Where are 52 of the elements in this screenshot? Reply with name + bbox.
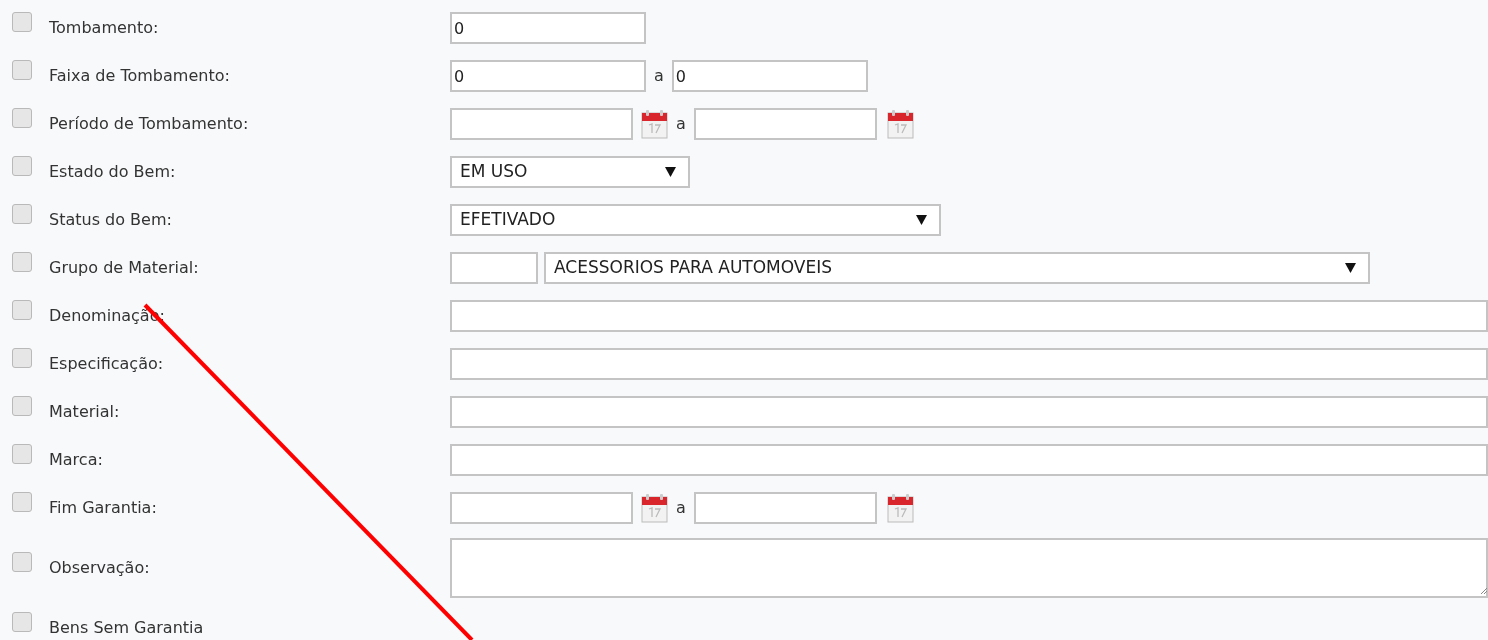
text-field[interactable] [450, 300, 1488, 332]
range-separator: a [654, 65, 664, 87]
range-separator: a [676, 113, 686, 135]
field-label: Fim Garantia: [49, 497, 157, 519]
field-label: Faixa de Tombamento: [49, 65, 230, 87]
text-field[interactable]: 0 [450, 12, 646, 44]
calendar-icon[interactable] [886, 493, 914, 523]
text-field[interactable]: 0 [671, 60, 868, 92]
checkbox[interactable] [12, 444, 32, 464]
code-field[interactable] [450, 252, 538, 284]
text-field[interactable]: 0 [450, 60, 646, 92]
checkbox[interactable] [12, 492, 32, 512]
text-area[interactable] [450, 538, 1488, 598]
checkbox[interactable] [12, 612, 32, 632]
date-field[interactable] [693, 492, 877, 524]
checkbox[interactable] [12, 156, 32, 176]
checkbox[interactable] [12, 396, 32, 416]
dropdown-caret-icon [665, 167, 676, 177]
field-label: Grupo de Material: [49, 257, 199, 279]
text-field[interactable] [450, 396, 1488, 428]
checkbox[interactable] [12, 252, 32, 272]
field-label: Marca: [49, 449, 103, 471]
field-label: Especificação: [49, 353, 164, 375]
field-label: Tombamento: [49, 17, 159, 39]
field-label: Período de Tombamento: [49, 113, 249, 135]
resize-grip-icon[interactable] [1480, 587, 1488, 595]
dropdown[interactable]: EFETIVADO [450, 204, 941, 236]
field-label: Material: [49, 401, 120, 423]
text-field[interactable] [450, 348, 1488, 380]
date-field[interactable] [693, 108, 877, 140]
checkbox[interactable] [12, 552, 32, 572]
checkbox[interactable] [12, 300, 32, 320]
checkbox[interactable] [12, 60, 32, 80]
checkbox[interactable] [12, 204, 32, 224]
range-separator: a [676, 497, 686, 519]
field-label: Status do Bem: [49, 209, 172, 231]
field-label: Bens Sem Garantia [49, 617, 204, 639]
field-label: Estado do Bem: [49, 161, 176, 183]
text-field[interactable] [450, 444, 1488, 476]
dropdown-caret-icon [1345, 263, 1356, 273]
checkbox[interactable] [12, 108, 32, 128]
calendar-icon[interactable] [641, 493, 668, 523]
checkbox[interactable] [12, 348, 32, 368]
dropdown-caret-icon [916, 215, 927, 225]
checkbox[interactable] [12, 12, 32, 32]
dropdown[interactable]: EM USO [450, 156, 690, 188]
date-field[interactable] [450, 492, 633, 524]
calendar-icon[interactable] [886, 109, 914, 139]
date-field[interactable] [450, 108, 633, 140]
calendar-icon[interactable] [641, 109, 668, 139]
field-label: Observação: [49, 557, 150, 579]
dropdown[interactable]: ACESSORIOS PARA AUTOMOVEIS [544, 252, 1370, 284]
